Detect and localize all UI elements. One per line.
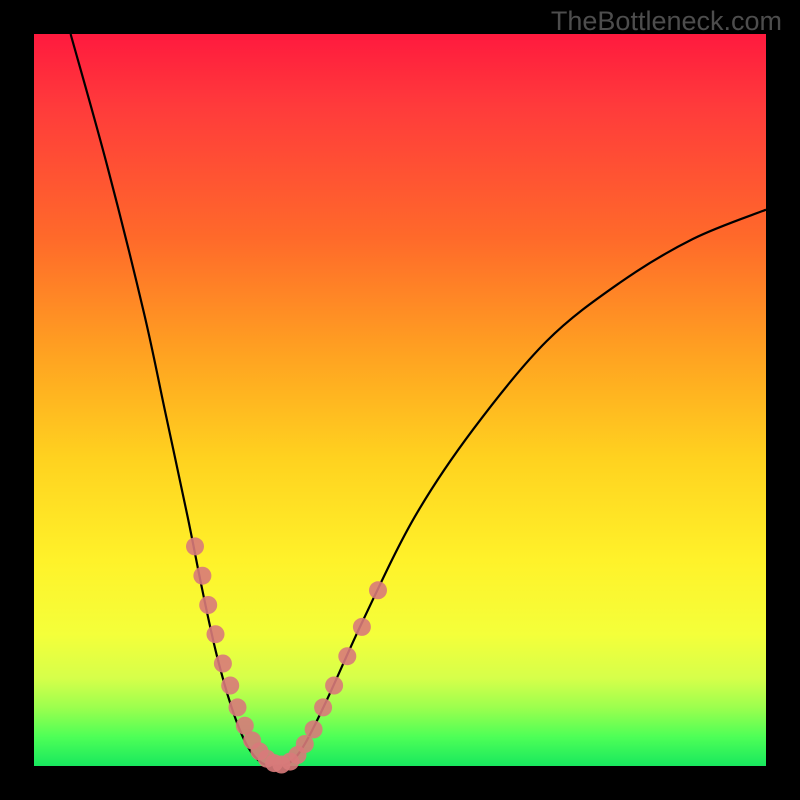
watermark-text: TheBottleneck.com — [551, 6, 782, 37]
marker-dot — [199, 596, 217, 614]
plot-area — [34, 34, 766, 766]
marker-dot — [186, 537, 204, 555]
marker-dot — [325, 677, 343, 695]
marker-dot — [207, 625, 225, 643]
chart-frame: TheBottleneck.com — [0, 0, 800, 800]
marker-dot — [229, 698, 247, 716]
marker-dots-left — [186, 537, 290, 773]
chart-svg — [34, 34, 766, 766]
marker-dot — [338, 647, 356, 665]
marker-dot — [221, 677, 239, 695]
marker-dot — [314, 698, 332, 716]
marker-dot — [353, 618, 371, 636]
marker-dots-right — [281, 581, 387, 770]
marker-dot — [193, 567, 211, 585]
marker-dot — [305, 720, 323, 738]
marker-dot — [369, 581, 387, 599]
marker-dot — [214, 655, 232, 673]
bottleneck-curve — [71, 34, 766, 766]
